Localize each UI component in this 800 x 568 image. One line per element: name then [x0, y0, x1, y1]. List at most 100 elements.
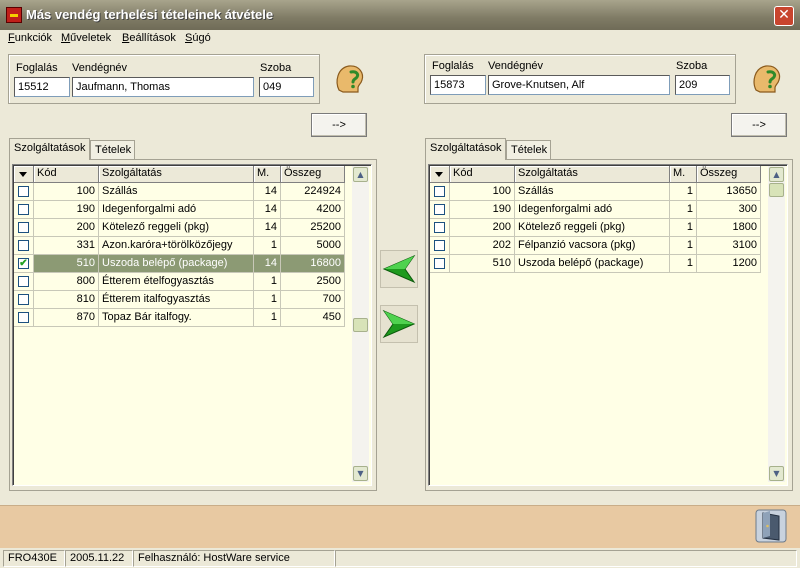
row-checkbox[interactable]	[434, 240, 445, 251]
row-code: 100	[450, 183, 515, 201]
row-qty: 14	[254, 183, 281, 201]
row-checkbox[interactable]	[434, 258, 445, 269]
table-row[interactable]: 331 Azon.karóra+törölközőjegy 1 5000	[14, 237, 345, 255]
row-checkbox[interactable]	[434, 222, 445, 233]
row-checkbox[interactable]: ✔	[18, 258, 29, 269]
left-col-m[interactable]: M.	[254, 166, 281, 183]
scroll-up-icon[interactable]: ▲	[769, 167, 784, 182]
table-row[interactable]: 190 Idegenforgalmi adó 1 300	[430, 201, 761, 219]
row-service: Szállás	[99, 183, 254, 201]
row-code: 870	[34, 309, 99, 327]
table-row[interactable]: 200 Kötelező reggeli (pkg) 1 1800	[430, 219, 761, 237]
left-col-szolgaltatas[interactable]: Szolgáltatás	[99, 166, 254, 183]
left-tab-tetelek[interactable]: Tételek	[90, 140, 135, 160]
right-room-field[interactable]: 209	[675, 75, 730, 95]
row-qty: 1	[670, 255, 697, 273]
scroll-thumb[interactable]	[353, 318, 368, 332]
row-checkbox[interactable]	[434, 204, 445, 215]
right-scrollbar[interactable]: ▲ ▼	[768, 166, 785, 482]
row-amount: 5000	[281, 237, 345, 255]
left-guest-group: Foglalás Vendégnév Szoba 15512 Jaufmann,…	[8, 54, 320, 104]
row-amount: 4200	[281, 201, 345, 219]
menu-beallitasok[interactable]: Beállítások	[122, 32, 176, 44]
scroll-down-icon[interactable]: ▼	[769, 466, 784, 481]
row-checkbox[interactable]	[18, 222, 29, 233]
row-qty: 1	[670, 237, 697, 255]
table-row[interactable]: 190 Idegenforgalmi adó 14 4200	[14, 201, 345, 219]
row-qty: 1	[670, 183, 697, 201]
row-code: 331	[34, 237, 99, 255]
scroll-down-icon[interactable]: ▼	[353, 466, 368, 481]
table-row[interactable]: 870 Topaz Bár italfogy. 1 450	[14, 309, 345, 327]
table-row[interactable]: 810 Étterem italfogyasztás 1 700	[14, 291, 345, 309]
row-checkbox[interactable]	[18, 204, 29, 215]
left-booking-field[interactable]: 15512	[14, 77, 70, 97]
right-guest-field[interactable]: Grove-Knutsen, Alf	[488, 75, 670, 95]
table-row[interactable]: 100 Szállás 14 224924	[14, 183, 345, 201]
menu-sugo[interactable]: Súgó	[185, 32, 211, 44]
left-col-osszeg[interactable]: Összeg	[281, 166, 345, 183]
table-row[interactable]: 202 Félpanzió vacsora (pkg) 1 3100	[430, 237, 761, 255]
left-tab-szolgaltatasok[interactable]: Szolgáltatások	[9, 138, 90, 160]
left-guest-field[interactable]: Jaufmann, Thomas	[72, 77, 254, 97]
right-col-kod[interactable]: Kód	[450, 166, 515, 183]
right-booking-field[interactable]: 15873	[430, 75, 486, 95]
row-code: 190	[450, 201, 515, 219]
table-row[interactable]: 200 Kötelező reggeli (pkg) 14 25200	[14, 219, 345, 237]
menu-funkciok[interactable]: Funkciók	[8, 32, 52, 44]
dropdown-icon	[435, 172, 443, 177]
row-checkbox-cell	[430, 237, 450, 255]
row-amount: 2500	[281, 273, 345, 291]
row-code: 510	[34, 255, 99, 273]
row-checkbox[interactable]	[18, 312, 29, 323]
row-checkbox-cell	[14, 309, 34, 327]
row-checkbox[interactable]	[18, 294, 29, 305]
row-checkbox[interactable]	[18, 186, 29, 197]
right-col-m[interactable]: M.	[670, 166, 697, 183]
row-checkbox[interactable]	[18, 276, 29, 287]
table-row[interactable]: ✔ 510 Uszoda belépő (package) 14 16800	[14, 255, 345, 273]
table-row[interactable]: 100 Szállás 1 13650	[430, 183, 761, 201]
move-left-button[interactable]	[380, 250, 418, 288]
row-amount: 300	[697, 201, 761, 219]
row-checkbox-cell	[14, 291, 34, 309]
close-button[interactable]: ✕	[774, 6, 794, 26]
row-checkbox[interactable]	[18, 240, 29, 251]
right-tab-tetelek[interactable]: Tételek	[506, 140, 551, 160]
exit-door-icon[interactable]	[752, 507, 790, 545]
row-code: 200	[34, 219, 99, 237]
right-sort-header[interactable]	[430, 166, 450, 183]
left-scrollbar[interactable]: ▲ ▼	[352, 166, 369, 482]
help-question-icon[interactable]	[748, 60, 784, 96]
right-tab-szolgaltatasok[interactable]: Szolgáltatások	[425, 138, 506, 160]
right-room-label: Szoba	[676, 60, 708, 72]
right-col-osszeg[interactable]: Összeg	[697, 166, 761, 183]
row-qty: 1	[254, 237, 281, 255]
row-code: 202	[450, 237, 515, 255]
row-checkbox-cell	[14, 201, 34, 219]
scroll-thumb[interactable]	[769, 183, 784, 197]
row-checkbox-cell	[14, 273, 34, 291]
left-transfer-button[interactable]: -->	[311, 113, 367, 137]
status-date: 2005.11.22	[65, 550, 133, 567]
move-right-button[interactable]	[380, 305, 418, 343]
row-qty: 1	[254, 273, 281, 291]
row-qty: 1	[254, 291, 281, 309]
help-question-icon[interactable]	[331, 60, 367, 96]
table-row[interactable]: 510 Uszoda belépő (package) 1 1200	[430, 255, 761, 273]
right-transfer-button[interactable]: -->	[731, 113, 787, 137]
right-col-szolgaltatas[interactable]: Szolgáltatás	[515, 166, 670, 183]
row-amount: 3100	[697, 237, 761, 255]
row-amount: 1800	[697, 219, 761, 237]
right-booking-label: Foglalás	[432, 60, 474, 72]
row-checkbox-cell	[14, 237, 34, 255]
table-row[interactable]: 800 Étterem ételfogyasztás 1 2500	[14, 273, 345, 291]
row-checkbox-cell	[430, 183, 450, 201]
left-room-label: Szoba	[260, 62, 292, 74]
scroll-up-icon[interactable]: ▲	[353, 167, 368, 182]
menu-muveletek[interactable]: Műveletek	[61, 32, 111, 44]
left-room-field[interactable]: 049	[259, 77, 314, 97]
row-checkbox[interactable]	[434, 186, 445, 197]
left-col-kod[interactable]: Kód	[34, 166, 99, 183]
left-sort-header[interactable]	[14, 166, 34, 183]
